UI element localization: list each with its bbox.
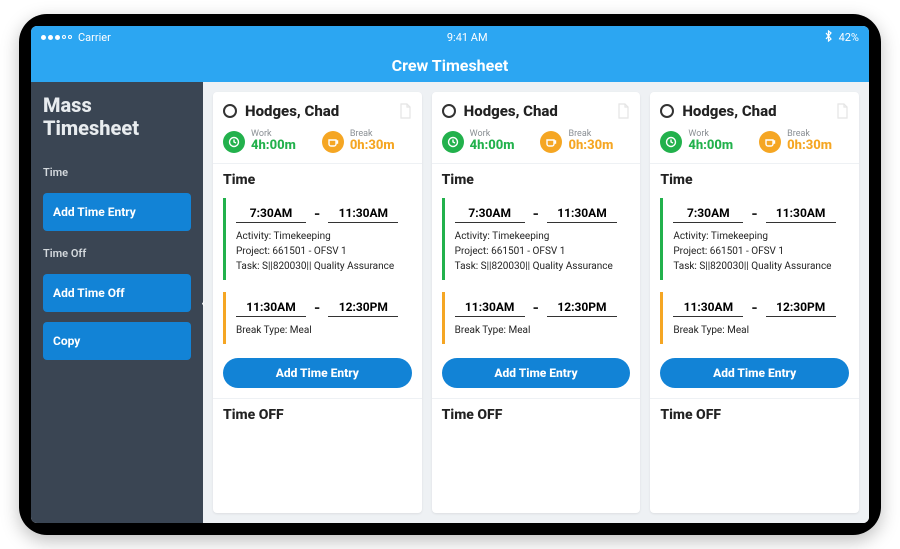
break-value: 0h:30m [350, 139, 395, 153]
break-start-input[interactable] [673, 298, 743, 317]
card-add-time-entry-button[interactable]: Add Time Entry [660, 358, 849, 388]
break-start-input[interactable] [236, 298, 306, 317]
select-employee-radio[interactable] [223, 104, 237, 118]
cup-icon [540, 131, 562, 153]
break-entry: - Break Type: Meal [223, 292, 412, 344]
content-area: Mass Timesheet Time Add Time Entry Time … [31, 82, 869, 523]
cup-icon [759, 131, 781, 153]
employee-card: Hodges, Chad Work4h:00mBreak0h:30m Time … [650, 92, 859, 513]
summary-row: Work 4h:00m Break 0h:30m [213, 126, 422, 163]
document-icon[interactable] [398, 103, 412, 119]
clock-icon [442, 131, 464, 153]
battery-percent: 42% [839, 31, 859, 44]
work-end-input[interactable] [547, 204, 617, 223]
carrier-label: Carrier [78, 31, 111, 44]
employee-name: Hodges, Chad [464, 102, 609, 120]
break-start-input[interactable] [455, 298, 525, 317]
add-time-off-button[interactable]: Add Time Off [43, 274, 191, 312]
status-left: Carrier [41, 31, 111, 44]
sidebar-section-time: Time [43, 166, 191, 179]
cup-icon [322, 131, 344, 153]
select-employee-radio[interactable] [660, 104, 674, 118]
screen: Carrier 9:41 AM 42% Crew Timesheet Mass … [31, 26, 869, 523]
section-time-title: Time [213, 163, 422, 194]
sidebar: Mass Timesheet Time Add Time Entry Time … [31, 82, 203, 523]
document-icon[interactable] [616, 103, 630, 119]
break-summary: Break 0h:30m [322, 130, 395, 153]
section-timeoff-title: Time OFF [213, 398, 422, 429]
employee-name: Hodges, Chad [682, 102, 827, 120]
page-title: Crew Timesheet [392, 56, 509, 75]
sidebar-section-timeoff: Time Off [43, 247, 191, 260]
work-meta: Activity: Timekeeping Project: 661501 - … [236, 229, 404, 274]
employee-name: Hodges, Chad [245, 102, 390, 120]
tablet-frame: Carrier 9:41 AM 42% Crew Timesheet Mass … [19, 14, 881, 535]
employee-card: Hodges, Chad Work 4h:00m [213, 92, 422, 513]
clock-icon [660, 131, 682, 153]
work-end-input[interactable] [328, 204, 398, 223]
add-time-entry-button[interactable]: Add Time Entry [43, 193, 191, 231]
work-entry: - Activity: Timekeeping Project: 661501 … [223, 198, 412, 280]
clock-icon [223, 131, 245, 153]
copy-button[interactable]: Copy [43, 322, 191, 360]
bluetooth-icon [824, 30, 833, 45]
status-time: 9:41 AM [447, 31, 488, 44]
document-icon[interactable] [835, 103, 849, 119]
work-start-input[interactable] [673, 204, 743, 223]
sidebar-heading: Mass Timesheet [43, 94, 191, 140]
work-end-input[interactable] [766, 204, 836, 223]
break-end-input[interactable] [766, 298, 836, 317]
app-title-bar: Crew Timesheet [31, 48, 869, 82]
work-value: 4h:00m [251, 139, 296, 153]
status-right: 42% [824, 30, 859, 45]
collapse-sidebar-icon[interactable]: ‹ [201, 296, 205, 310]
card-add-time-entry-button[interactable]: Add Time Entry [223, 358, 412, 388]
cards-container: Hodges, Chad Work 4h:00m [203, 82, 869, 523]
card-header: Hodges, Chad [213, 92, 422, 126]
status-bar: Carrier 9:41 AM 42% [31, 26, 869, 48]
break-end-input[interactable] [328, 298, 398, 317]
employee-card: Hodges, Chad Work4h:00mBreak0h:30m Time … [432, 92, 641, 513]
work-start-input[interactable] [236, 204, 306, 223]
work-summary: Work 4h:00m [223, 130, 296, 153]
break-end-input[interactable] [547, 298, 617, 317]
select-employee-radio[interactable] [442, 104, 456, 118]
signal-dots-icon [41, 35, 72, 40]
card-add-time-entry-button[interactable]: Add Time Entry [442, 358, 631, 388]
break-meta: Break Type: Meal [236, 323, 404, 338]
work-start-input[interactable] [455, 204, 525, 223]
